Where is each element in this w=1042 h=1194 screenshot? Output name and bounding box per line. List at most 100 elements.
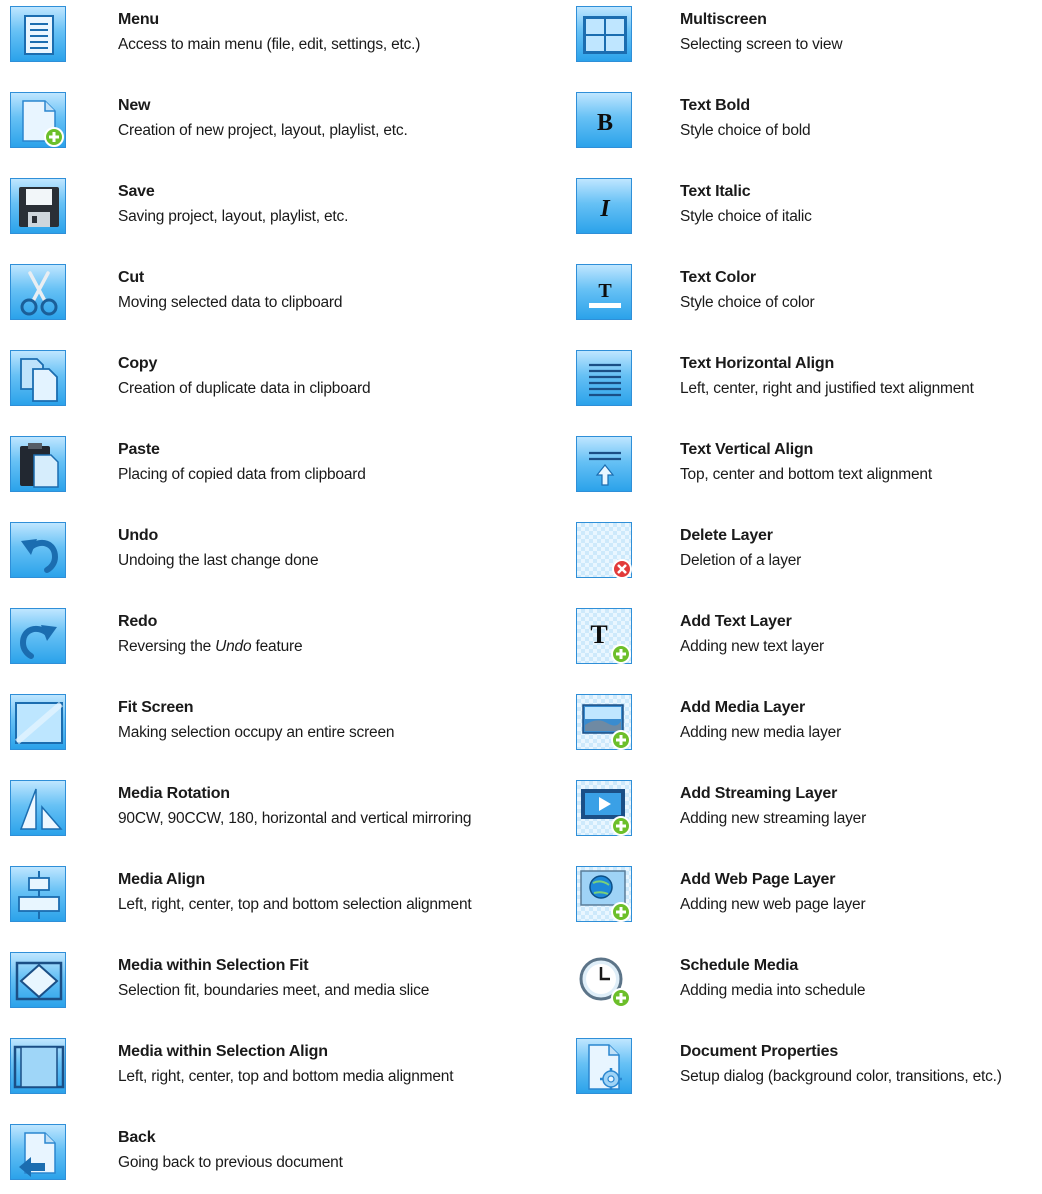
item-description: Reversing the Undo feature <box>118 638 303 655</box>
list-item-text-bold: B Text Bold Style choice of bold <box>576 92 811 162</box>
delete-layer-icon <box>576 522 632 579</box>
item-title: Delete Layer <box>680 527 773 544</box>
list-item-media-align: Media Align Left, right, center, top and … <box>10 866 472 936</box>
add-text-layer-icon: T <box>576 608 632 664</box>
list-item-media-rotation: Media Rotation 90CW, 90CCW, 180, horizont… <box>10 780 472 850</box>
item-title: Text Color <box>680 269 756 286</box>
item-title: Multiscreen <box>680 11 767 28</box>
item-title: Back <box>118 1129 156 1146</box>
bold-icon: B <box>576 92 632 148</box>
add-web-page-layer-icon <box>576 866 632 922</box>
item-description: Left, right, center, top and bottom medi… <box>118 1068 454 1085</box>
item-title: Fit Screen <box>118 699 194 716</box>
item-title: Redo <box>118 613 158 630</box>
list-item-cut: Cut Moving selected data to clipboard <box>10 264 343 334</box>
item-title: Text Italic <box>680 183 751 200</box>
item-description: Selection fit, boundaries meet, and medi… <box>118 982 430 999</box>
fit-screen-icon <box>10 694 66 750</box>
item-description: Left, right, center, top and bottom sele… <box>118 896 472 913</box>
item-description: Adding media into schedule <box>680 982 866 999</box>
item-description: Going back to previous document <box>118 1154 343 1171</box>
item-title: Media Rotation <box>118 785 230 802</box>
paste-icon <box>10 436 66 492</box>
list-item-add-web-page-layer: Add Web Page Layer Adding new web page la… <box>576 866 866 936</box>
list-item-add-media-layer: Add Media Layer Adding new media layer <box>576 694 841 764</box>
item-title: Add Web Page Layer <box>680 871 836 888</box>
item-description: Deletion of a layer <box>680 552 802 569</box>
item-description: Placing of copied data from clipboard <box>118 466 366 483</box>
item-description: Making selection occupy an entire screen <box>118 724 395 741</box>
item-title: Text Bold <box>680 97 750 114</box>
item-title: Add Streaming Layer <box>680 785 838 802</box>
item-description: Selecting screen to view <box>680 36 843 53</box>
item-title: Paste <box>118 441 160 458</box>
list-item-redo: Redo Reversing the Undo feature <box>10 608 303 678</box>
horizontal-align-icon <box>576 350 632 406</box>
list-item-add-streaming-layer: Add Streaming Layer Adding new streaming … <box>576 780 866 850</box>
svg-text:I: I <box>599 196 611 222</box>
scissors-icon <box>10 264 66 320</box>
list-item-new: New Creation of new project, layout, play… <box>10 92 408 162</box>
svg-text:T: T <box>598 280 612 302</box>
item-title: Add Text Layer <box>680 613 792 630</box>
schedule-clock-icon <box>576 952 632 1008</box>
item-title: New <box>118 97 151 114</box>
svg-text:B: B <box>597 110 613 136</box>
selection-align-icon <box>10 1038 66 1094</box>
list-item-back: Back Going back to previous document <box>10 1124 343 1194</box>
list-item-add-text-layer: T Add Text Layer Adding new text layer <box>576 608 824 678</box>
item-description: Top, center and bottom text alignment <box>680 466 932 483</box>
item-title: Media Align <box>118 871 205 888</box>
list-item-text-vertical-align: Text Vertical Align Top, center and botto… <box>576 436 932 506</box>
item-title: Save <box>118 183 155 200</box>
item-description: Setup dialog (background color, transiti… <box>680 1068 1002 1085</box>
multiscreen-grid-icon <box>576 6 632 62</box>
list-item-text-color: T Text Color Style choice of color <box>576 264 815 334</box>
list-item-delete-layer: Delete Layer Deletion of a layer <box>576 522 801 592</box>
item-title: Text Horizontal Align <box>680 355 835 372</box>
add-media-layer-icon <box>576 694 632 750</box>
list-item-menu: Menu Access to main menu (file, edit, set… <box>10 6 420 76</box>
item-description: Style choice of italic <box>680 208 812 225</box>
item-description: Adding new streaming layer <box>680 810 867 827</box>
list-item-document-properties: Document Properties Setup dialog (backgro… <box>576 1038 1002 1108</box>
item-description: Creation of new project, layout, playlis… <box>118 122 408 139</box>
menu-icon <box>10 6 66 62</box>
item-title: Schedule Media <box>680 957 799 974</box>
list-item-media-selection-align: Media within Selection Align Left, right,… <box>10 1038 454 1108</box>
copy-icon <box>10 350 66 406</box>
item-description: Access to main menu (file, edit, setting… <box>118 36 421 53</box>
list-item-text-horizontal-align: Text Horizontal Align Left, center, right… <box>576 350 974 420</box>
italic-icon: I <box>576 178 632 234</box>
item-description: 90CW, 90CCW, 180, horizontal and vertica… <box>118 810 472 827</box>
list-item-schedule-media: Schedule Media Adding media into schedule <box>576 952 865 1022</box>
redo-arrow-icon <box>10 608 66 664</box>
item-title: Document Properties <box>680 1043 839 1060</box>
item-title: Add Media Layer <box>680 699 806 716</box>
item-title: Undo <box>118 527 159 544</box>
new-document-icon <box>10 92 66 148</box>
item-title: Text Vertical Align <box>680 441 814 458</box>
item-description: Undoing the last change done <box>118 552 319 569</box>
item-title: Media within Selection Fit <box>118 957 309 974</box>
vertical-align-icon <box>576 436 632 492</box>
back-document-icon <box>10 1124 66 1180</box>
floppy-disk-icon <box>10 178 66 234</box>
document-properties-icon <box>576 1038 632 1094</box>
item-description: Moving selected data to clipboard <box>118 294 343 311</box>
item-title: Menu <box>118 11 159 28</box>
list-item-paste: Paste Placing of copied data from clipboa… <box>10 436 366 506</box>
diamond-fit-icon <box>10 952 66 1008</box>
list-item-undo: Undo Undoing the last change done <box>10 522 319 592</box>
item-description: Saving project, layout, playlist, etc. <box>118 208 349 225</box>
mirror-rotate-icon <box>10 780 66 836</box>
list-item-text-italic: I Text Italic Style choice of italic <box>576 178 812 248</box>
text-color-icon: T <box>576 264 632 320</box>
item-description: Style choice of bold <box>680 122 811 139</box>
align-icon <box>10 866 66 922</box>
list-item-media-selection-fit: Media within Selection Fit Selection fit,… <box>10 952 429 1022</box>
item-description: Creation of duplicate data in clipboard <box>118 380 371 397</box>
item-description: Adding new web page layer <box>680 896 866 913</box>
list-item-save: Save Saving project, layout, playlist, et… <box>10 178 348 248</box>
list-item-copy: Copy Creation of duplicate data in clipbo… <box>10 350 371 420</box>
